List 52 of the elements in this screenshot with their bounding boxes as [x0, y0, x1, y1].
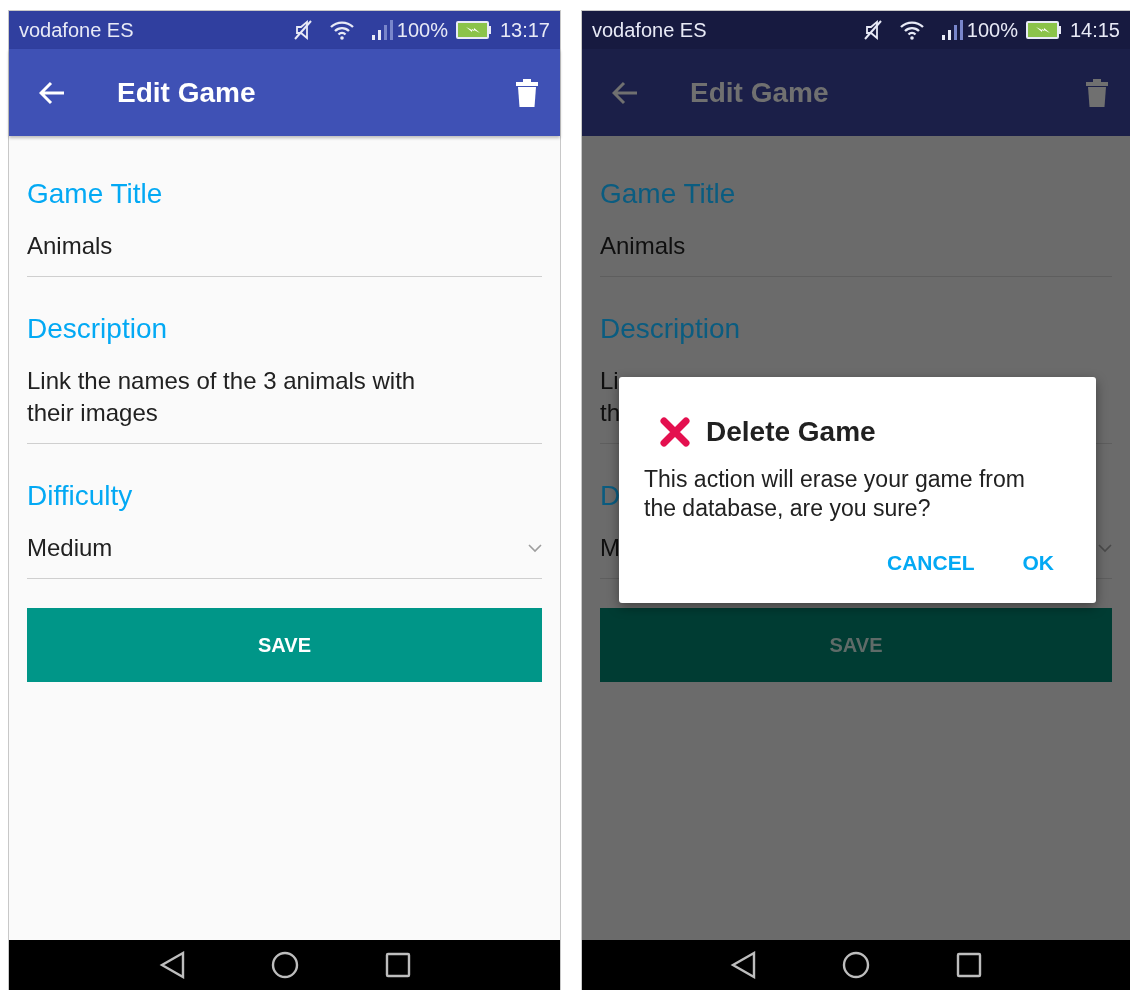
back-arrow-icon[interactable] — [612, 80, 638, 105]
field-label: Difficulty — [27, 479, 133, 513]
chevron-down-icon — [528, 543, 542, 553]
dialog-title: Delete Game — [706, 415, 876, 449]
clock-time: 14:15 — [1069, 18, 1120, 43]
chevron-down-icon — [1098, 543, 1112, 553]
signal-icon — [940, 20, 963, 40]
carrier-name: vodafone ES — [19, 18, 134, 43]
field-label: Description — [600, 312, 741, 346]
field-value: Link the names of the 3 animals with — [27, 366, 416, 396]
dialog-button[interactable]: OK — [1010, 539, 1066, 587]
dialog-message: This action will erase your game from the database, are you sure? — [644, 465, 1026, 523]
trash-icon[interactable] — [1086, 78, 1108, 107]
signal-icon — [370, 20, 393, 40]
field-label: D — [600, 479, 621, 513]
input-field[interactable]: Animals — [27, 211, 542, 277]
clock-time: 13:17 — [499, 18, 550, 43]
field-value: Li — [600, 366, 619, 396]
field-label: Game Title — [600, 177, 736, 211]
battery-icon — [455, 21, 492, 39]
back-triangle-icon[interactable] — [158, 951, 185, 979]
screen-title: Edit Game — [690, 75, 829, 110]
input-field[interactable]: Link the names of the 3 animals with their images — [27, 346, 542, 444]
save-button[interactable]: SAVE — [600, 608, 1112, 682]
home-circle-icon[interactable] — [270, 951, 299, 979]
battery-percent: 100% — [966, 18, 1018, 43]
mute-icon — [862, 19, 883, 41]
screen-title: Edit Game — [117, 75, 256, 110]
cross-icon — [660, 417, 690, 447]
field-value: th — [600, 398, 620, 428]
wifi-icon — [898, 20, 925, 40]
field-value: M — [600, 533, 620, 563]
input-field[interactable]: Animals — [600, 211, 1112, 277]
field-label: Description — [27, 312, 168, 346]
mute-icon — [292, 19, 313, 41]
field-value: their images — [27, 398, 158, 428]
home-circle-icon[interactable] — [842, 951, 870, 979]
field-value: Animals — [600, 231, 686, 261]
back-triangle-icon[interactable] — [730, 951, 756, 979]
wifi-icon — [328, 20, 355, 40]
trash-icon[interactable] — [516, 78, 538, 107]
save-button[interactable]: SAVE — [27, 608, 542, 682]
field-value: Medium — [27, 533, 113, 563]
recents-square-icon[interactable] — [384, 952, 411, 978]
difficulty-dropdown[interactable]: Medium — [27, 513, 542, 579]
recents-square-icon[interactable] — [956, 952, 982, 978]
field-value: Animals — [27, 231, 113, 261]
battery-icon — [1025, 21, 1062, 39]
dialog-button[interactable]: CANCEL — [875, 539, 987, 587]
battery-percent: 100% — [396, 18, 448, 43]
field-label: Game Title — [27, 177, 163, 211]
carrier-name: vodafone ES — [592, 18, 707, 43]
